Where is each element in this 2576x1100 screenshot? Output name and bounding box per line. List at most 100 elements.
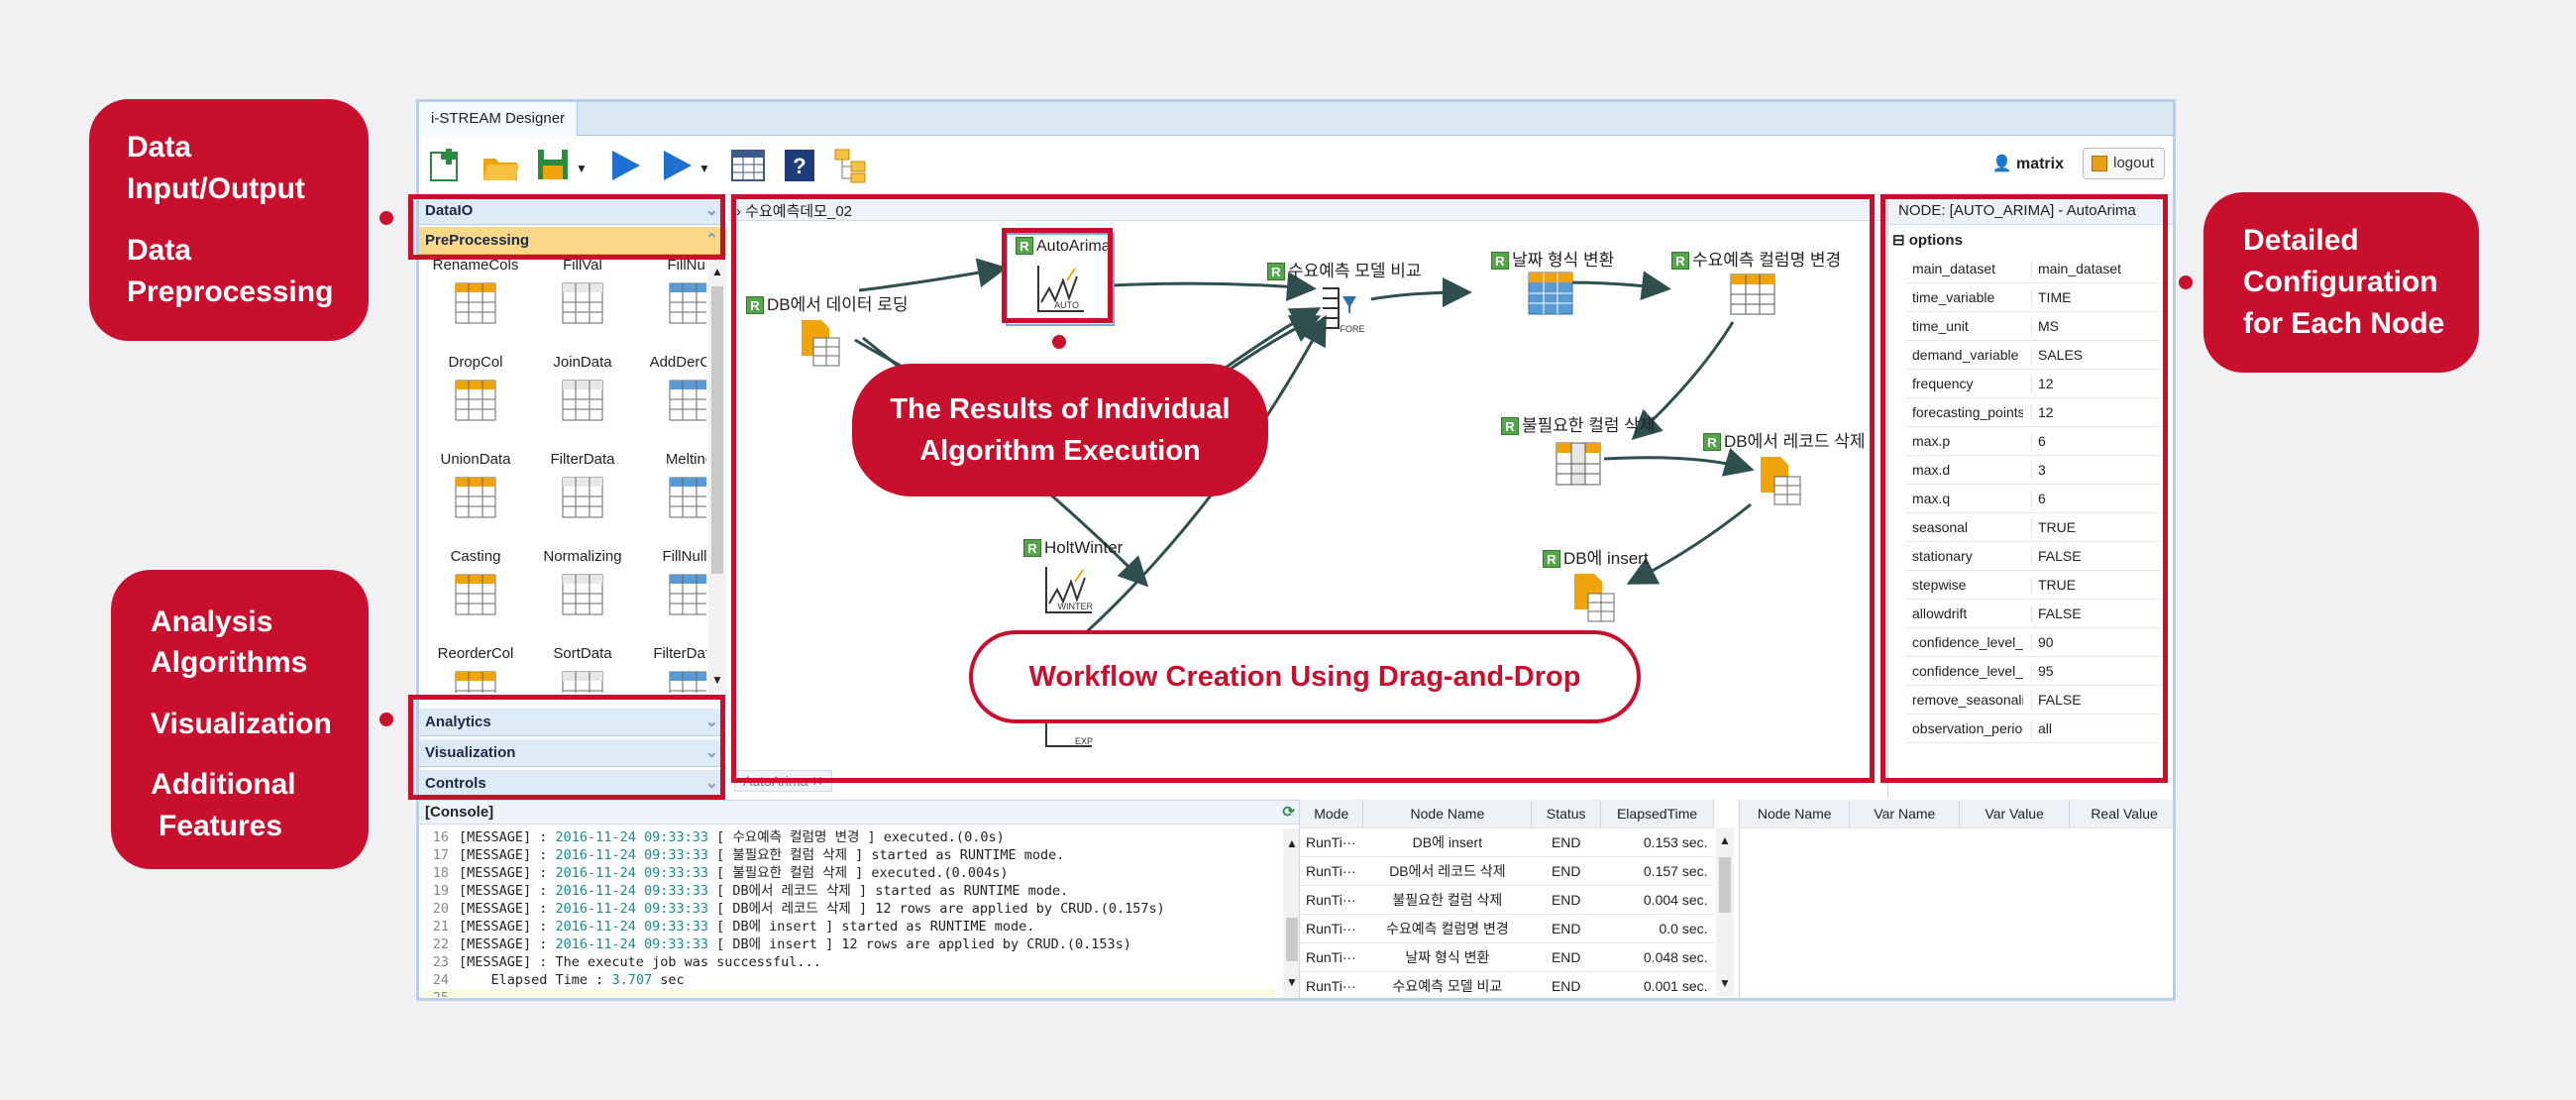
line-timestamp: 2016-11-24 09:33:33 xyxy=(555,919,708,935)
variables-panel: Node Name Var Name Var Value Real Value xyxy=(1739,800,2173,998)
column-header[interactable]: Real Value xyxy=(2069,800,2173,828)
console-panel: [Console] ⟳ 16 [MESSAGE] : 2016-11-24 09:… xyxy=(419,800,1303,998)
table-cell: RunTi··· xyxy=(1300,856,1363,886)
line-message: [ DB에서 레코드 삭제 ] started as RUNTIME mode. xyxy=(707,883,1069,899)
callout-text: The Results of Individual xyxy=(890,393,1231,425)
exec-scrollbar[interactable]: ▲ ▼ xyxy=(1716,827,1734,996)
console-header: [Console] ⟳ xyxy=(419,801,1303,825)
callout-detailed-configuration: Detailed Configuration for Each Node xyxy=(2203,192,2479,373)
column-header[interactable]: Var Value xyxy=(1959,800,2071,828)
callout-text: Additional xyxy=(151,768,296,801)
variables-table: Node Name Var Name Var Value Real Value xyxy=(1740,800,2173,828)
scroll-up-icon[interactable]: ▲ xyxy=(1719,833,1731,847)
scroll-thumb[interactable] xyxy=(1719,857,1731,913)
column-header[interactable]: Node Name xyxy=(1362,800,1533,828)
line-timestamp: 2016-11-24 09:33:33 xyxy=(555,936,708,952)
table-row[interactable]: RunTi··· 수요예측 모델 비교 END 0.001 sec. xyxy=(1300,971,1714,998)
scroll-down-icon[interactable]: ▼ xyxy=(1286,975,1298,989)
table-cell: 0.004 sec. xyxy=(1600,885,1714,915)
line-prefix: [MESSAGE] : xyxy=(459,883,556,899)
table-cell: DB에서 레코드 삭제 xyxy=(1362,856,1532,886)
callout-text: Data xyxy=(127,234,192,267)
table-header-row: Mode Node Name Status ElapsedTime xyxy=(1300,800,1714,828)
line-number: 17 xyxy=(432,847,449,863)
console-line: 16 [MESSAGE] : 2016-11-24 09:33:33 [ 수요예측… xyxy=(423,828,1275,846)
console-line: 18 [MESSAGE] : 2016-11-24 09:33:33 [ 불필요한… xyxy=(423,864,1275,882)
console-line: 22 [MESSAGE] : 2016-11-24 09:33:33 [ DB에 … xyxy=(423,935,1275,953)
table-cell: END xyxy=(1531,856,1601,886)
highlight-config xyxy=(1880,194,2168,783)
console-line: 20 [MESSAGE] : 2016-11-24 09:33:33 [ DB에서… xyxy=(423,900,1275,918)
table-row[interactable]: RunTi··· 날짜 형식 변환 END 0.048 sec. xyxy=(1300,942,1714,972)
scroll-down-icon[interactable]: ▼ xyxy=(1719,976,1731,990)
line-message: [ 불필요한 컬럼 삭제 ] started as RUNTIME mode. xyxy=(707,847,1065,863)
line-number: 16 xyxy=(432,829,449,845)
table-cell: 0.001 sec. xyxy=(1600,971,1714,998)
line-prefix: [MESSAGE] : xyxy=(459,901,556,917)
line-number: 22 xyxy=(432,936,449,952)
console-title: [Console] xyxy=(425,804,494,821)
column-header[interactable]: Var Name xyxy=(1849,800,1961,828)
line-timestamp: 2016-11-24 09:33:33 xyxy=(555,847,708,863)
callout-text: Input/Output xyxy=(127,172,305,205)
column-header[interactable]: ElapsedTime xyxy=(1600,800,1714,828)
table-cell: RunTi··· xyxy=(1300,942,1363,972)
callout-text: Configuration xyxy=(2243,266,2438,298)
callout-text: Visualization xyxy=(151,708,332,740)
line-timestamp: 3.707 xyxy=(611,972,653,988)
callout-data-io-preprocessing: Data Input/Output Data Preprocessing xyxy=(89,99,369,341)
callout-text: Algorithms xyxy=(151,646,308,679)
table-row[interactable]: RunTi··· DB에서 레코드 삭제 END 0.157 sec. xyxy=(1300,856,1714,886)
table-row[interactable]: RunTi··· 불필요한 컬럼 삭제 END 0.004 sec. xyxy=(1300,885,1714,915)
console-line: 19 [MESSAGE] : 2016-11-24 09:33:33 [ DB에서… xyxy=(423,882,1275,900)
table-row[interactable]: RunTi··· DB에 insert END 0.153 sec. xyxy=(1300,827,1714,857)
line-message: [ DB에서 레코드 삭제 ] 12 rows are applied by C… xyxy=(707,901,1165,917)
table-cell: 0.157 sec. xyxy=(1600,856,1714,886)
line-number: 19 xyxy=(432,883,449,899)
callout-dot xyxy=(1052,335,1066,349)
scroll-up-icon[interactable]: ▲ xyxy=(1286,836,1298,850)
table-row[interactable]: RunTi··· 수요예측 컬럼명 변경 END 0.0 sec. xyxy=(1300,914,1714,943)
table-cell: RunTi··· xyxy=(1300,971,1363,998)
table-cell: END xyxy=(1531,885,1601,915)
line-prefix: [MESSAGE] : xyxy=(459,865,556,881)
column-header[interactable]: Mode xyxy=(1300,800,1364,828)
console-line: 23 [MESSAGE] : The execute job was succes… xyxy=(423,953,1275,971)
column-header[interactable]: Status xyxy=(1531,800,1602,828)
table-cell: 불필요한 컬럼 삭제 xyxy=(1362,885,1532,915)
line-prefix: [MESSAGE] : xyxy=(459,936,556,952)
highlight-analytics xyxy=(408,695,725,800)
scroll-thumb[interactable] xyxy=(1286,918,1298,961)
table-cell: 수요예측 모델 비교 xyxy=(1362,971,1532,998)
callout-text: Features xyxy=(159,810,283,842)
table-cell: END xyxy=(1531,827,1601,857)
callout-text: Analysis xyxy=(151,605,273,638)
table-cell: END xyxy=(1531,971,1601,998)
line-message: [ DB에 insert ] 12 rows are applied by CR… xyxy=(707,936,1131,952)
refresh-icon[interactable]: ⟳ xyxy=(1282,803,1295,821)
callout-text: Preprocessing xyxy=(127,275,334,308)
callout-dot xyxy=(379,211,393,225)
table-cell: 수요예측 컬럼명 변경 xyxy=(1362,914,1532,943)
line-number: 23 xyxy=(432,954,449,970)
console-line: 21 [MESSAGE] : 2016-11-24 09:33:33 [ DB에 … xyxy=(423,918,1275,935)
line-message: [ 수요예측 컬럼명 변경 ] executed.(0.0s) xyxy=(707,829,1005,845)
highlight-autoarima xyxy=(1002,228,1113,323)
line-number: 25 xyxy=(423,989,449,997)
column-header[interactable]: Node Name xyxy=(1740,800,1851,828)
line-prefix: [MESSAGE] : xyxy=(459,919,556,935)
callout-text: Detailed xyxy=(2243,224,2359,257)
line-message: [ DB에 insert ] started as RUNTIME mode. xyxy=(707,919,1035,935)
table-cell: DB에 insert xyxy=(1362,827,1532,857)
console-line: 24 Elapsed Time : 3.707 sec xyxy=(423,971,1275,989)
callout-text: Algorithm Execution xyxy=(919,435,1201,467)
table-cell: 0.0 sec. xyxy=(1600,914,1714,943)
console-line: 17 [MESSAGE] : 2016-11-24 09:33:33 [ 불필요한… xyxy=(423,846,1275,864)
table-cell: RunTi··· xyxy=(1300,914,1363,943)
callout-dot xyxy=(2179,275,2193,289)
execution-panel: Mode Node Name Status ElapsedTime RunTi··· DB… xyxy=(1299,800,1735,998)
line-number: 18 xyxy=(432,865,449,881)
line-message: sec xyxy=(652,972,685,988)
line-prefix: [MESSAGE] : xyxy=(459,847,556,863)
table-cell: 0.048 sec. xyxy=(1600,942,1714,972)
